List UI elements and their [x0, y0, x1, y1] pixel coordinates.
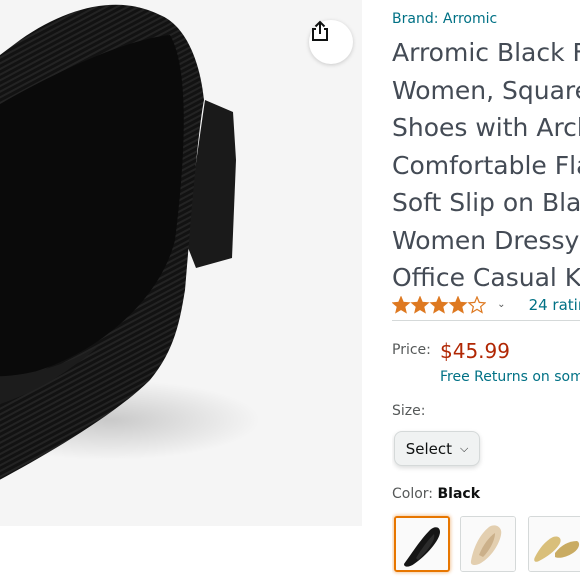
title-line: Arromic Black Flats for: [392, 38, 580, 67]
stars-graphic: [392, 295, 487, 314]
rating-row: ⌄ 24 ratings: [392, 294, 580, 318]
size-dropdown-value: Select: [405, 439, 452, 458]
product-image[interactable]: [0, 0, 362, 526]
product-info: Brand: Arromic Arromic Black Flats for W…: [392, 0, 580, 580]
title-line: Women, Square Toe Flat: [392, 75, 580, 105]
size-dropdown[interactable]: Select ⌵: [394, 431, 480, 466]
chevron-down-icon: ⌵: [459, 441, 469, 455]
divider: [392, 320, 580, 321]
star-icon: [467, 295, 487, 314]
free-returns-link[interactable]: Free Returns on some sizes: [440, 369, 580, 385]
price-label: Price:: [392, 342, 431, 358]
chevron-down-icon[interactable]: ⌄: [497, 299, 505, 310]
color-key: Color:: [392, 486, 438, 502]
star-rating[interactable]: [392, 295, 487, 315]
share-icon: [312, 20, 328, 41]
color-label: Color: Black: [392, 486, 480, 502]
gold-flat-thumbnail: [529, 517, 580, 571]
product-title: Arromic Black Flats for Women, Square To…: [392, 34, 580, 297]
color-swatch-beige[interactable]: [460, 516, 516, 572]
color-value: Black: [437, 486, 481, 502]
star-icon: [410, 295, 430, 314]
black-flat-shoe-image: [0, 4, 260, 480]
size-label: Size:: [392, 403, 426, 419]
title-line: Shoes with Arch Support: [392, 113, 580, 142]
black-flat-thumbnail: [396, 518, 448, 570]
color-swatch-gold[interactable]: [528, 516, 580, 572]
title-line: Comfortable Flats Knit: [392, 150, 580, 180]
star-icon: [429, 295, 449, 314]
beige-flat-thumbnail: [461, 517, 515, 571]
brand-link[interactable]: Brand: Arromic: [392, 11, 497, 27]
share-button[interactable]: [309, 20, 353, 64]
star-icon: [392, 295, 411, 314]
color-swatch-black[interactable]: [394, 516, 450, 572]
ratings-count-link[interactable]: 24 ratings: [529, 296, 580, 314]
title-line: Soft Slip on Black Flats: [392, 188, 580, 217]
title-line: Women Dressy Work: [392, 225, 580, 255]
star-icon: [448, 295, 468, 314]
title-line: Office Casual Knit Flats: [392, 263, 580, 292]
price: $45.99: [440, 339, 510, 363]
